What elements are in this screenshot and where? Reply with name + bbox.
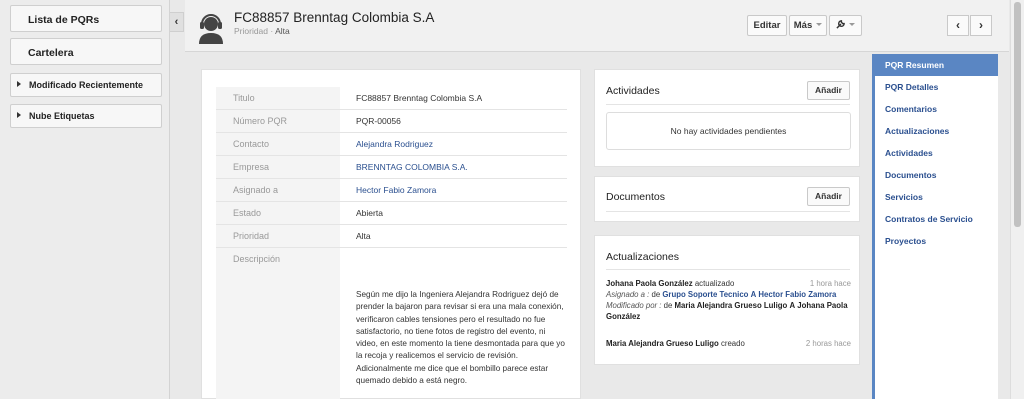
divider [606, 211, 850, 212]
page-title: FC88857 Brenntag Colombia S.A [234, 10, 435, 25]
description-text: Según me dijo la Ingeniera Alejandra Rod… [356, 290, 565, 386]
caret-right-icon [17, 112, 21, 118]
update-entry: Maria Alejandra Grueso Luligo creado 2 h… [606, 338, 851, 349]
divider [606, 104, 850, 105]
update-entry: Johana Paola González actualizado 1 hora… [606, 279, 851, 321]
documents-panel: Documentos Añadir [594, 176, 860, 222]
activities-panel: Actividades Añadir No hay actividades pe… [594, 69, 860, 167]
left-sidebar: Lista de PQRs Cartelera Modificado Recie… [0, 0, 170, 399]
detail-row-asignado: Asignado a Hector Fabio Zamora [216, 179, 567, 202]
updates-title: Actualizaciones [606, 251, 679, 263]
assignee-link[interactable]: Hector Fabio Zamora [356, 185, 436, 195]
priority-subtitle: Prioridad · Alta [234, 26, 290, 36]
record-nav: PQR Resumen PQR Detalles Comentarios Act… [872, 54, 998, 399]
pqr-summary-panel: Titulo FC88857 Brenntag Colombia S.A Núme… [201, 69, 581, 399]
update-field-label: Asignado a [606, 290, 646, 299]
nav-actividades[interactable]: Actividades [875, 142, 998, 164]
updates-panel: Actualizaciones Johana Paola González ac… [594, 235, 860, 365]
detail-label: Estado [216, 202, 340, 224]
nav-contratos[interactable]: Contratos de Servicio [875, 208, 998, 230]
sidebar-section-label: Nube Etiquetas [29, 111, 95, 121]
detail-row-descripcion: Descripción Según me dijo la Ingeniera Al… [216, 248, 567, 399]
tools-button[interactable] [829, 15, 862, 36]
edit-button[interactable]: Editar [747, 15, 787, 36]
detail-value: Alta [356, 231, 371, 241]
update-action: creado [720, 339, 745, 348]
scrollbar-thumb[interactable] [1014, 2, 1021, 227]
chevron-left-icon: ‹ [956, 18, 960, 32]
nav-comentarios[interactable]: Comentarios [875, 98, 998, 120]
more-label: Más [793, 20, 813, 31]
detail-row-titulo: Titulo FC88857 Brenntag Colombia S.A [216, 87, 567, 110]
nav-pqr-detalles[interactable]: PQR Detalles [875, 76, 998, 98]
sidebar-item-cartelera[interactable]: Cartelera [10, 38, 162, 65]
nav-servicios[interactable]: Servicios [875, 186, 998, 208]
update-from: Maria Alejandra Grueso Luligo [674, 301, 788, 310]
caret-right-icon [17, 81, 21, 87]
contact-link[interactable]: Alejandra Rodriguez [356, 139, 433, 149]
chevron-down-icon [849, 23, 855, 26]
details-table: Titulo FC88857 Brenntag Colombia S.A Núme… [216, 87, 567, 399]
update-from-link[interactable]: Grupo Soporte Tecnico [662, 290, 748, 299]
prev-record-button[interactable]: ‹ [947, 15, 969, 36]
headset-user-icon [199, 14, 223, 44]
update-sep: A [789, 301, 796, 310]
sidebar-item-label: Lista de PQRs [28, 14, 100, 26]
update-time: 1 hora hace [809, 279, 851, 288]
add-activity-button[interactable]: Añadir [807, 81, 850, 100]
nav-pqr-resumen[interactable]: PQR Resumen [875, 54, 998, 76]
update-to-link[interactable]: Hector Fabio Zamora [758, 290, 836, 299]
chevron-down-icon [816, 23, 823, 26]
detail-row-empresa: Empresa BRENNTAG COLOMBIA S.A. [216, 156, 567, 179]
priority-value: Alta [275, 26, 290, 36]
documents-title: Documentos [606, 191, 665, 203]
sidebar-item-label: Cartelera [28, 47, 74, 59]
record-header: FC88857 Brenntag Colombia S.A Prioridad … [185, 0, 1009, 52]
detail-row-contacto: Contacto Alejandra Rodriguez [216, 133, 567, 156]
collapse-sidebar-button[interactable]: ‹ [170, 12, 184, 32]
edit-label: Editar [753, 20, 781, 31]
priority-label: Prioridad [234, 26, 269, 36]
sidebar-item-lista-pqrs[interactable]: Lista de PQRs [10, 5, 162, 32]
update-time: 2 horas hace [805, 339, 851, 348]
nav-documentos[interactable]: Documentos [875, 164, 998, 186]
sidebar-section-tags[interactable]: Nube Etiquetas [10, 104, 162, 128]
detail-label: Descripción [216, 248, 340, 399]
detail-value: Abierta [356, 208, 383, 218]
detail-value: FC88857 Brenntag Colombia S.A [356, 93, 483, 103]
update-field-label: Modificado por [606, 301, 658, 310]
company-link[interactable]: BRENNTAG COLOMBIA S.A. [356, 162, 468, 172]
scrollbar[interactable] [1010, 0, 1024, 399]
nav-proyectos[interactable]: Proyectos [875, 230, 998, 252]
detail-label: Número PQR [216, 110, 340, 132]
detail-label: Titulo [216, 87, 340, 109]
sidebar-section-label: Modificado Recientemente [29, 80, 144, 90]
detail-value: PQR-00056 [356, 116, 401, 126]
detail-label: Contacto [216, 133, 340, 155]
detail-label: Empresa [216, 156, 340, 178]
update-user: Johana Paola González [606, 279, 693, 288]
detail-row-prioridad: Prioridad Alta [216, 225, 567, 248]
update-action: actualizado [694, 279, 735, 288]
chevron-left-icon: ‹ [174, 16, 179, 28]
empty-activities-message: No hay actividades pendientes [606, 112, 851, 150]
wrench-icon [836, 20, 845, 29]
divider [606, 269, 850, 270]
update-user: Maria Alejandra Grueso Luligo [606, 339, 719, 348]
add-document-button[interactable]: Añadir [807, 187, 850, 206]
detail-label: Prioridad [216, 225, 340, 247]
update-sep: A [750, 290, 757, 299]
detail-row-numero: Número PQR PQR-00056 [216, 110, 567, 133]
next-record-button[interactable]: › [970, 15, 992, 36]
chevron-right-icon: › [979, 18, 983, 32]
detail-label: Asignado a [216, 179, 340, 201]
sidebar-section-recent[interactable]: Modificado Recientemente [10, 73, 162, 97]
activities-title: Actividades [606, 85, 660, 97]
nav-actualizaciones[interactable]: Actualizaciones [875, 120, 998, 142]
more-button[interactable]: Más [789, 15, 827, 36]
detail-row-estado: Estado Abierta [216, 202, 567, 225]
